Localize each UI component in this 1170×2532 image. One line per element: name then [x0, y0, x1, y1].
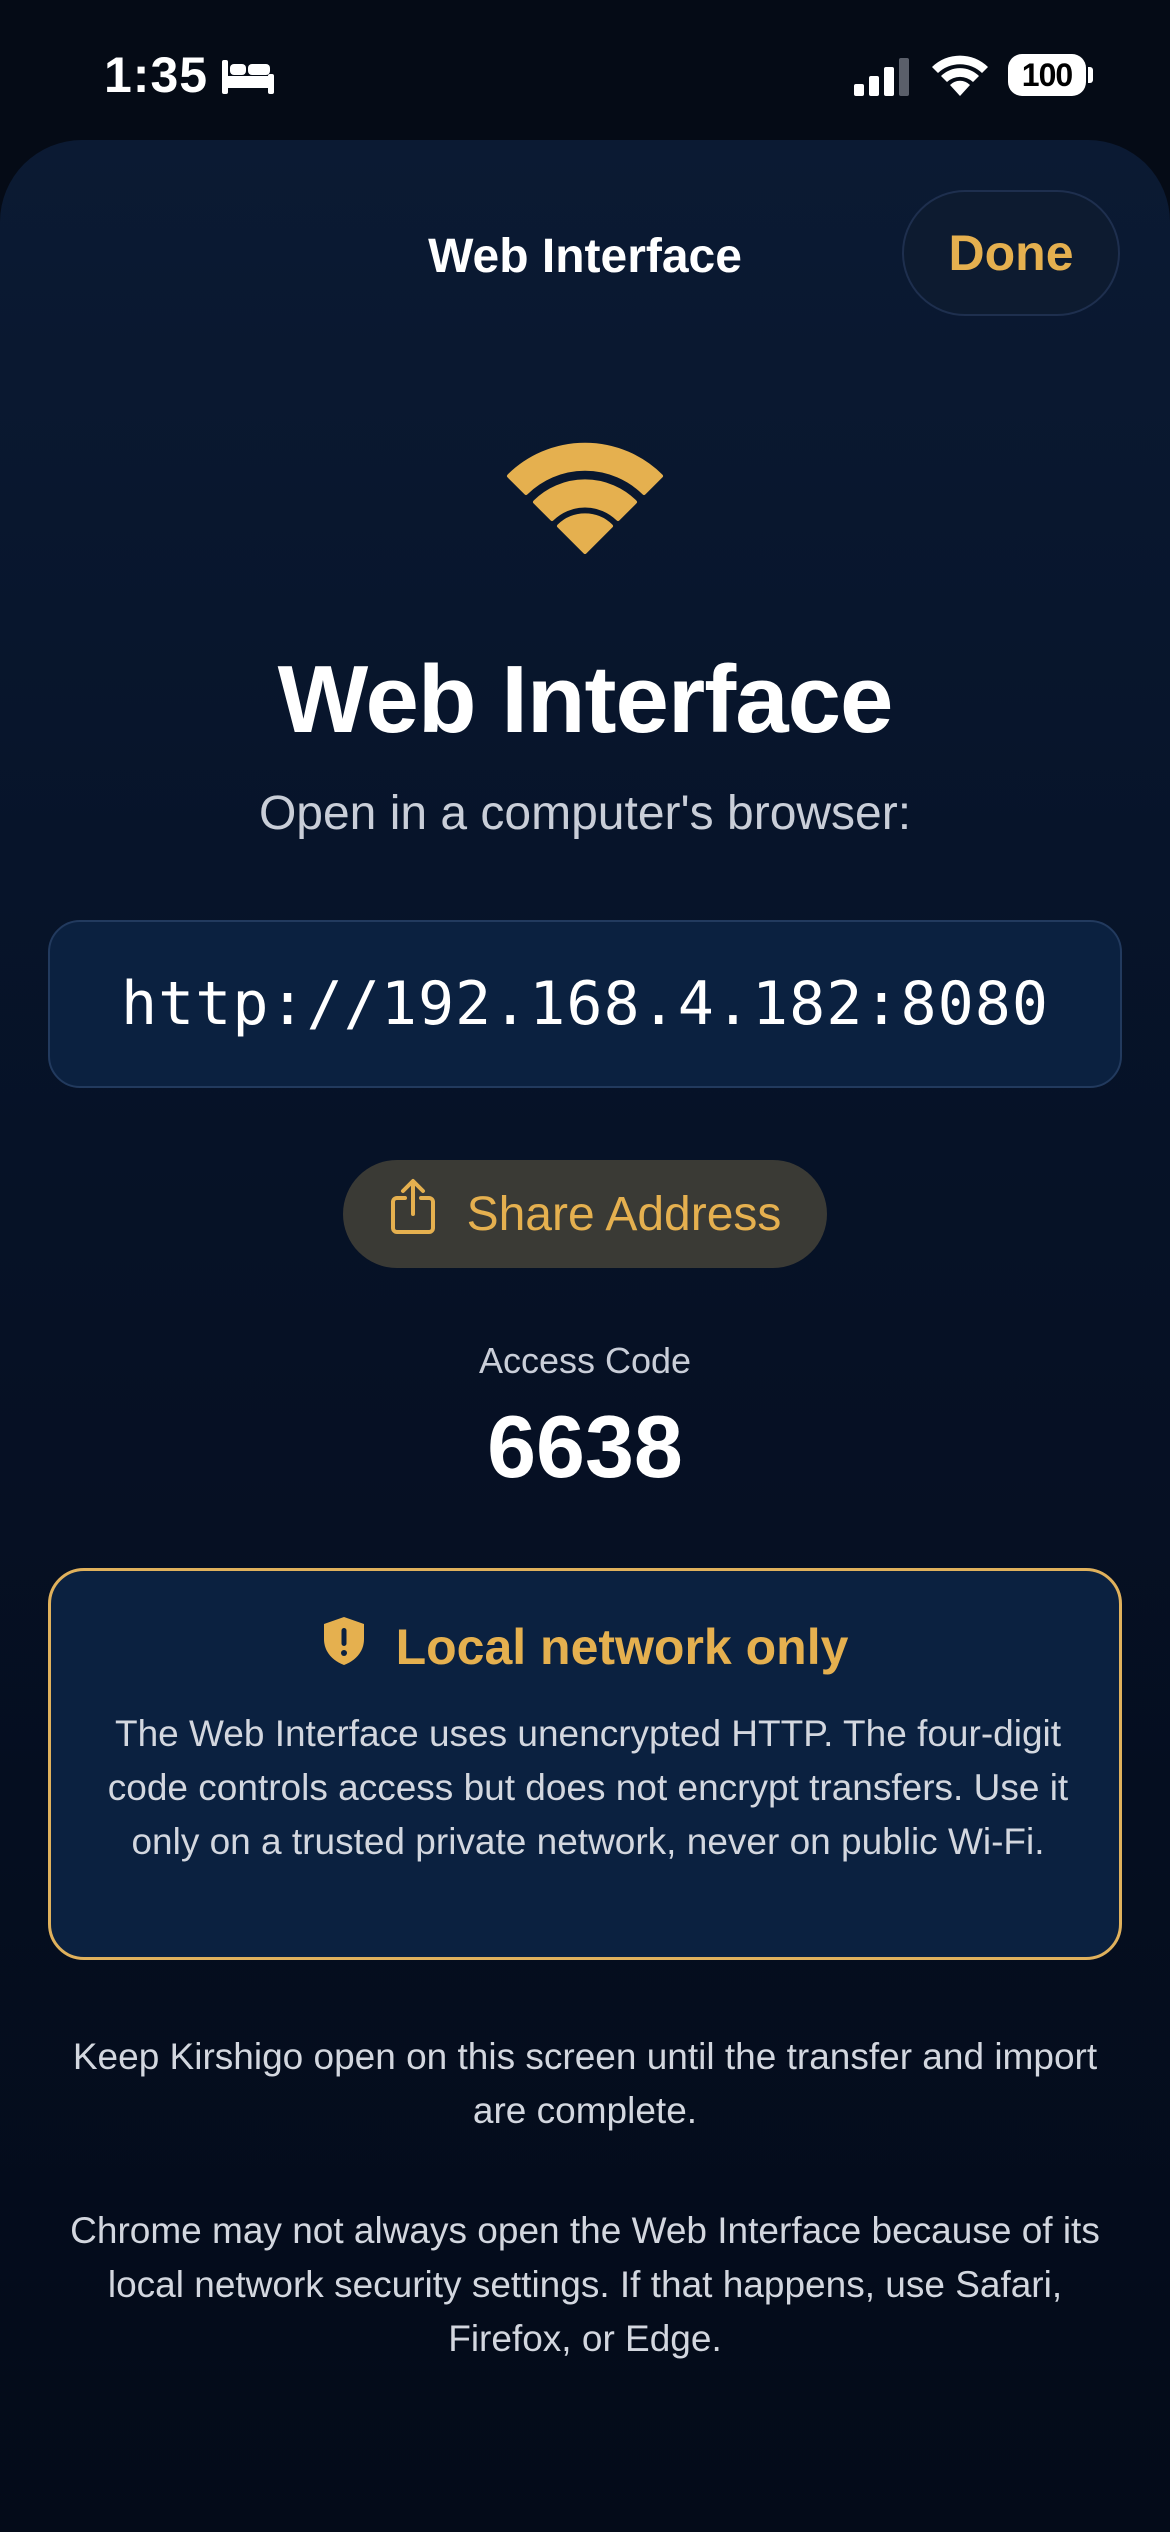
info-browser-note: Chrome may not always open the Web Inter…	[70, 2210, 1100, 2359]
wifi-icon	[495, 422, 675, 559]
battery-nub	[1088, 67, 1093, 83]
bed-icon	[220, 56, 276, 101]
warning-card: Local network only The Web Interface use…	[48, 1568, 1122, 1960]
access-code-label: Access Code	[478, 1340, 692, 1381]
done-button[interactable]: Done	[902, 190, 1120, 316]
share-address-button[interactable]: Share Address	[343, 1160, 827, 1268]
address-url: http://192.168.4.182:8080	[120, 969, 1050, 1039]
warning-body: The Web Interface uses unencrypted HTTP.…	[107, 1713, 1069, 1862]
status-time: 1:35	[104, 47, 209, 103]
info-keep-open: Keep Kirshigo open on this screen until …	[72, 2036, 1098, 2131]
access-code-value: 6638	[487, 1397, 683, 1496]
share-icon	[389, 1178, 437, 1246]
web-interface-sheet: Web Interface Done Web Interface Open in…	[0, 140, 1170, 2532]
hero-title: Web Interface	[277, 646, 894, 753]
warning-header: Local network only	[51, 1615, 1119, 1679]
warning-title: Local network only	[395, 1619, 849, 1675]
status-bar: 1:35 100	[0, 0, 1170, 140]
shield-icon	[322, 1615, 366, 1679]
address-field[interactable]: http://192.168.4.182:8080	[48, 920, 1122, 1088]
wifi-icon	[932, 54, 988, 101]
battery-icon: 100	[1008, 54, 1086, 96]
cellular-signal-icon	[852, 58, 914, 101]
hero-subtitle: Open in a computer's browser:	[258, 787, 912, 840]
share-address-label: Share Address	[466, 1187, 782, 1241]
